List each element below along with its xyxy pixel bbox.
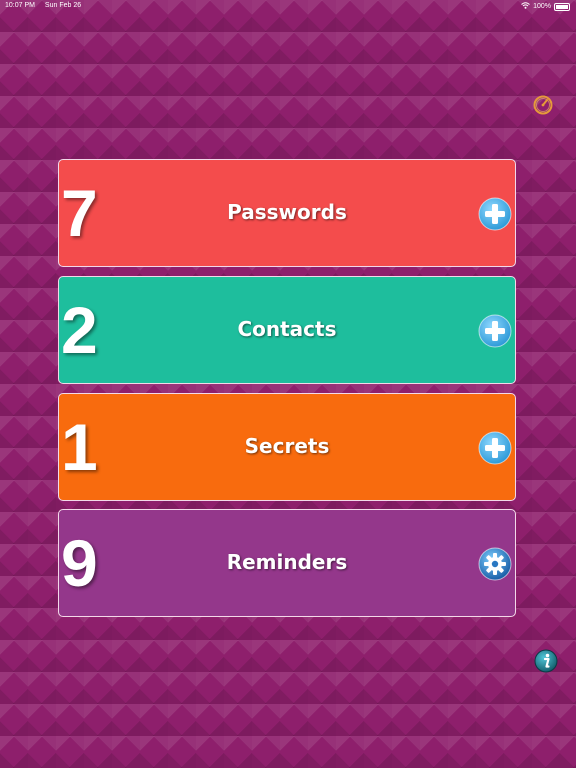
- add-password-button[interactable]: [477, 196, 513, 232]
- passwords-title: Passwords: [227, 200, 347, 224]
- contacts-title: Contacts: [237, 317, 337, 341]
- add-contact-button[interactable]: [477, 313, 513, 349]
- status-right: 100%: [521, 2, 570, 11]
- add-secret-button[interactable]: [477, 430, 513, 466]
- status-time: 10:07 PM: [5, 2, 35, 9]
- info-button[interactable]: [534, 649, 558, 673]
- reminders-title: Reminders: [226, 550, 348, 574]
- plus-icon: [478, 431, 512, 465]
- secrets-card[interactable]: 1 Secrets: [58, 393, 516, 501]
- timer-icon: [533, 95, 553, 115]
- plus-icon: [478, 197, 512, 231]
- battery-icon: [554, 2, 570, 11]
- contacts-card[interactable]: 2 Contacts: [58, 276, 516, 384]
- gear-icon: [478, 547, 512, 581]
- reminders-card[interactable]: 9 Reminders: [58, 509, 516, 617]
- info-icon: [534, 649, 558, 673]
- secrets-title: Secrets: [244, 434, 330, 458]
- passwords-card[interactable]: 7 Passwords: [58, 159, 516, 267]
- plus-icon: [478, 314, 512, 348]
- battery-percent: 100%: [533, 3, 551, 10]
- reminders-settings-button[interactable]: [477, 546, 513, 582]
- status-bar: 10:07 PM Sun Feb 26 100%: [0, 0, 576, 12]
- timer-button[interactable]: [533, 95, 553, 115]
- wifi-icon: [521, 2, 530, 11]
- status-left: 10:07 PM Sun Feb 26: [5, 2, 89, 9]
- status-date: Sun Feb 26: [44, 2, 82, 9]
